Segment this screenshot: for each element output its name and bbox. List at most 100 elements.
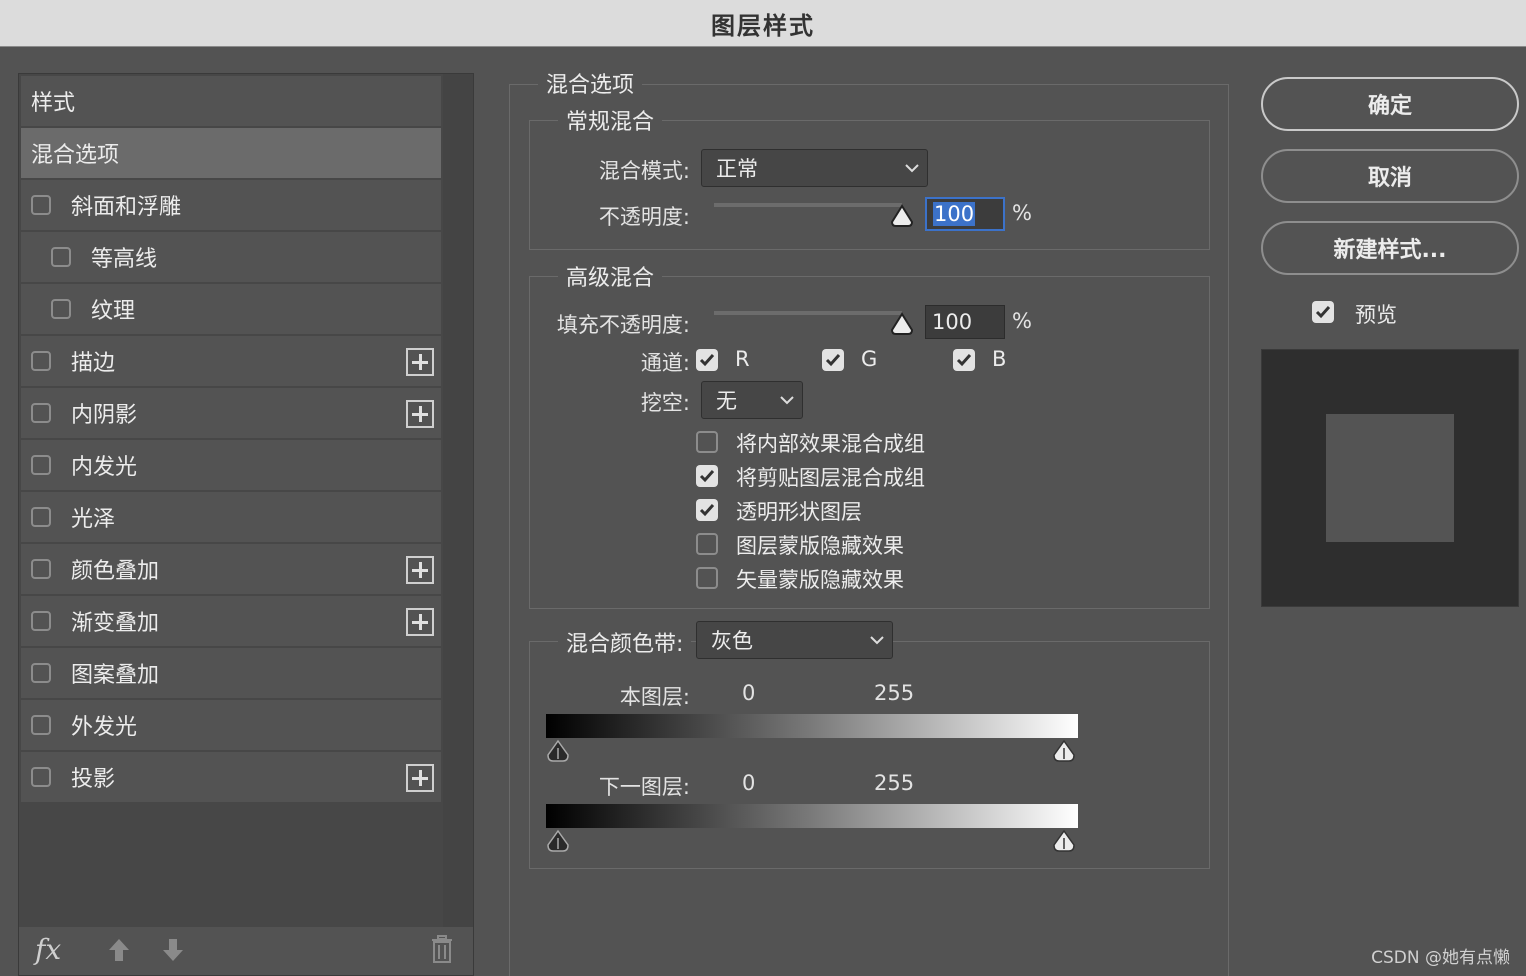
- fill-opacity-value: 100: [932, 310, 973, 334]
- checkmark-icon: [956, 354, 972, 367]
- ok-button[interactable]: 确定: [1261, 77, 1519, 131]
- effect-item[interactable]: 颜色叠加: [21, 544, 441, 596]
- this-layer-low: 0: [742, 681, 756, 705]
- advanced-option-label: 矢量蒙版隐藏效果: [736, 568, 904, 592]
- style-preview-thumbnail: [1261, 349, 1519, 607]
- effect-checkbox[interactable]: [31, 559, 51, 579]
- effect-label: 纹理: [91, 299, 136, 324]
- preview-shape: [1326, 414, 1454, 542]
- cancel-button[interactable]: 取消: [1261, 149, 1519, 203]
- add-effect-icon[interactable]: [406, 348, 434, 376]
- chevron-down-icon: [870, 636, 884, 645]
- add-effect-icon[interactable]: [406, 556, 434, 584]
- add-effect-icon[interactable]: [406, 764, 434, 792]
- opacity-slider-track[interactable]: [714, 203, 902, 207]
- channel-checkbox-b[interactable]: [953, 349, 975, 371]
- effect-checkbox[interactable]: [51, 299, 71, 319]
- effect-item[interactable]: 内发光: [21, 440, 441, 492]
- effect-item[interactable]: 外发光: [21, 700, 441, 752]
- opacity-value: 100: [933, 202, 976, 226]
- advanced-option-checkbox[interactable]: [696, 465, 718, 487]
- blend-if-value: 灰色: [711, 629, 753, 653]
- new-style-button[interactable]: 新建样式...: [1261, 221, 1519, 275]
- this-layer-white-handle[interactable]: [1052, 739, 1076, 763]
- knockout-select[interactable]: 无: [701, 381, 803, 419]
- advanced-option-label: 透明形状图层: [736, 500, 862, 524]
- fx-button[interactable]: fx: [35, 933, 61, 966]
- this-layer-black-handle[interactable]: [546, 739, 570, 763]
- this-layer-high: 255: [874, 681, 915, 705]
- trash-icon[interactable]: [431, 935, 453, 963]
- underlying-layer-black-handle[interactable]: [546, 829, 570, 853]
- effect-checkbox[interactable]: [31, 455, 51, 475]
- effect-label: 光泽: [71, 507, 116, 532]
- chevron-down-icon: [905, 164, 919, 173]
- fill-opacity-label: 填充不透明度:: [556, 313, 690, 337]
- blending-options-title: 混合选项: [538, 67, 643, 99]
- effect-item[interactable]: 等高线: [21, 232, 441, 284]
- effect-checkbox[interactable]: [31, 611, 51, 631]
- styles-header-label: 样式: [31, 91, 76, 116]
- effect-checkbox[interactable]: [31, 715, 51, 735]
- chevron-down-icon: [780, 396, 794, 405]
- advanced-option-checkbox[interactable]: [696, 567, 718, 589]
- effect-item[interactable]: 描边: [21, 336, 441, 388]
- advanced-option-label: 图层蒙版隐藏效果: [736, 534, 904, 558]
- add-effect-icon[interactable]: [406, 608, 434, 636]
- underlying-layer-white-handle[interactable]: [1052, 829, 1076, 853]
- fill-opacity-slider-thumb[interactable]: [890, 312, 914, 336]
- channel-checkbox-r[interactable]: [696, 349, 718, 371]
- effect-checkbox[interactable]: [31, 403, 51, 423]
- effect-checkbox[interactable]: [31, 351, 51, 371]
- checkmark-icon: [699, 504, 715, 517]
- fill-opacity-slider-track[interactable]: [714, 311, 902, 315]
- effect-label: 渐变叠加: [71, 611, 160, 636]
- advanced-option-label: 将剪贴图层混合成组: [736, 466, 925, 490]
- blending-options-label: 混合选项: [31, 143, 120, 168]
- channel-label: G: [861, 347, 878, 371]
- fill-opacity-input[interactable]: 100: [925, 305, 1005, 339]
- move-up-icon[interactable]: [107, 937, 131, 963]
- opacity-input[interactable]: 100: [925, 197, 1005, 231]
- move-down-icon[interactable]: [161, 937, 185, 963]
- effect-item[interactable]: 光泽: [21, 492, 441, 544]
- effect-checkbox[interactable]: [31, 663, 51, 683]
- advanced-option-checkbox[interactable]: [696, 431, 718, 453]
- checkmark-icon: [699, 354, 715, 367]
- effect-item[interactable]: 纹理: [21, 284, 441, 336]
- styles-header[interactable]: 样式: [21, 76, 441, 128]
- effect-label: 斜面和浮雕: [71, 195, 182, 220]
- watermark: CSDN @她有点懒: [1371, 948, 1510, 968]
- checkmark-icon: [699, 470, 715, 483]
- effect-item[interactable]: 图案叠加: [21, 648, 441, 700]
- styles-list-scrollbar[interactable]: [443, 74, 473, 929]
- underlying-layer-label: 下一图层:: [598, 775, 690, 799]
- effect-checkbox[interactable]: [31, 195, 51, 215]
- styles-list: 样式 混合选项 斜面和浮雕等高线纹理描边 内阴影 内发光光泽颜色叠加渐变叠加图案叠加…: [21, 76, 441, 804]
- effect-item[interactable]: 渐变叠加: [21, 596, 441, 648]
- dialog-title: 图层样式: [711, 11, 815, 40]
- blending-options-item[interactable]: 混合选项: [21, 128, 441, 180]
- effect-label: 颜色叠加: [71, 559, 160, 584]
- effect-checkbox[interactable]: [51, 247, 71, 267]
- effect-item[interactable]: 投影: [21, 752, 441, 804]
- advanced-option-checkbox[interactable]: [696, 499, 718, 521]
- channel-checkbox-g[interactable]: [822, 349, 844, 371]
- blend-mode-value: 正常: [716, 157, 758, 181]
- effect-label: 外发光: [71, 715, 138, 740]
- this-layer-gradient: [546, 714, 1078, 738]
- blend-mode-select[interactable]: 正常: [701, 149, 928, 187]
- styles-list-footer: fx: [19, 927, 473, 975]
- blend-if-select[interactable]: 灰色: [696, 621, 893, 659]
- effect-item[interactable]: 内阴影: [21, 388, 441, 440]
- effect-checkbox[interactable]: [31, 507, 51, 527]
- checkmark-icon: [1315, 306, 1331, 319]
- add-effect-icon[interactable]: [406, 400, 434, 428]
- opacity-slider-thumb[interactable]: [890, 204, 914, 228]
- blend-if-group: [529, 641, 1210, 869]
- advanced-option-checkbox[interactable]: [696, 533, 718, 555]
- effect-item[interactable]: 斜面和浮雕: [21, 180, 441, 232]
- dialog-titlebar: 图层样式: [0, 0, 1526, 47]
- effect-checkbox[interactable]: [31, 767, 51, 787]
- preview-checkbox[interactable]: [1312, 301, 1334, 323]
